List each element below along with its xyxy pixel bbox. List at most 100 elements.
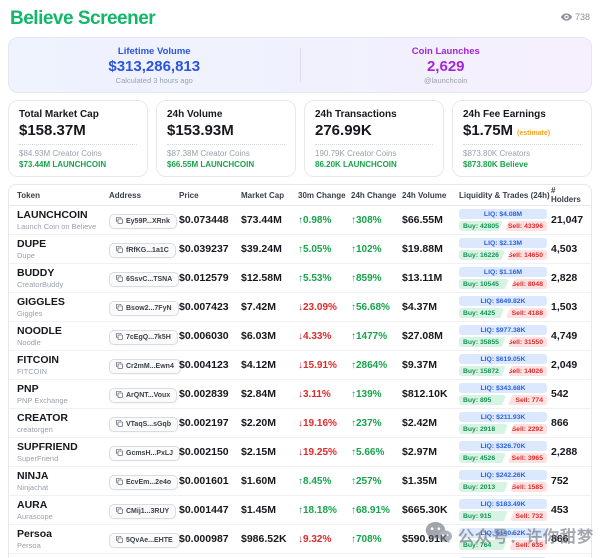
table-row[interactable]: MYKU Myku HohL7...q6SK $0.000850 $849.51… xyxy=(9,553,591,558)
liquidity-cell: LIQ: $977.38K Buy: 35855 Sell: 31550 xyxy=(459,325,547,347)
holders-cell: 542 xyxy=(551,388,583,400)
volume-cell: $1.35M xyxy=(402,475,459,487)
col-token[interactable]: Token xyxy=(17,191,109,200)
buy-bar-label: Buy: 895 xyxy=(463,397,491,404)
coin-launches-note: @launchcoin xyxy=(424,76,467,85)
stats-banner: Lifetime Volume $313,286,813 Calculated … xyxy=(8,37,592,93)
col-30m-change[interactable]: 30m Change xyxy=(298,191,351,200)
table-row[interactable]: PNP PNP Exchange ArQNT...Voux $0.002839 … xyxy=(9,379,591,408)
price-cell: $0.001447 xyxy=(179,504,241,516)
token-cell: AURA Aurascope xyxy=(17,499,109,520)
marketcap-cell: $39.24M xyxy=(241,243,298,255)
change-24h-cell: ↑56.68% xyxy=(351,302,402,313)
volume-cell: $2.97M xyxy=(402,446,459,458)
sell-bar: Sell: 732 xyxy=(510,511,547,521)
address-chip[interactable]: 6SsvC...TSNA xyxy=(109,272,179,287)
token-name: LAUNCHCOIN xyxy=(17,209,109,221)
card-subline-launchcoin: $66.55M LAUNCHCOIN xyxy=(167,160,285,169)
address-chip[interactable]: 5QvAe...EHTE xyxy=(109,533,180,548)
address-chip-label: 7cEgQ...7k5H xyxy=(126,334,171,341)
table-row[interactable]: FITCOIN FITCOIN Cr2mM...Ewn4 $0.004123 $… xyxy=(9,350,591,379)
table-row[interactable]: LAUNCHCOIN Launch Coin on Believe Ey59P.… xyxy=(9,206,591,234)
table-row[interactable]: DUPE Dupe fRfKG...1a1C $0.039237 $39.24M… xyxy=(9,234,591,263)
sell-bar: Sell: 14026 xyxy=(508,366,547,376)
change-24h-cell: ↑139% xyxy=(351,389,402,400)
address-chip[interactable]: Bsow2...7FyN xyxy=(109,301,179,316)
col-24h-change[interactable]: 24h Change xyxy=(351,191,402,200)
sell-bar-label: Sell: 43396 xyxy=(508,223,543,230)
price-cell: $0.001601 xyxy=(179,475,241,487)
address-chip[interactable]: GcmsH...PxLJ xyxy=(109,446,180,461)
buy-bar: Buy: 2918 xyxy=(459,424,508,434)
address-chip[interactable]: Cr2mM...Ewn4 xyxy=(109,359,181,374)
table-row[interactable]: BUDDY CreatorBuddy 6SsvC...TSNA $0.01257… xyxy=(9,263,591,292)
token-subname: Ninjachat xyxy=(17,483,109,492)
sell-bar: Sell: 3965 xyxy=(508,453,547,463)
liquidity-cell: LIQ: $326.70K Buy: 4526 Sell: 3965 xyxy=(459,441,547,463)
address-chip[interactable]: Ey59P...XRnk xyxy=(109,214,177,229)
price-cell: $0.000987 xyxy=(179,533,241,545)
liq-bar: LIQ: $242.26K xyxy=(459,470,547,480)
token-cell: NOODLE Noodle xyxy=(17,325,109,346)
address-chip[interactable]: CMij1...3RUY xyxy=(109,504,176,519)
change-30m-cell: ↑8.45% xyxy=(298,476,351,487)
change-30m-cell: ↑5.05% xyxy=(298,244,351,255)
price-cell: $0.002150 xyxy=(179,446,241,458)
address-chip[interactable]: EcvEm...2e4o xyxy=(109,475,178,490)
token-subname: CreatorBuddy xyxy=(17,280,109,289)
volume-cell: $19.88M xyxy=(402,243,459,255)
card-subline-creator: 190.79K Creator Coins xyxy=(315,149,433,158)
coin-launches-value: 2,629 xyxy=(427,58,465,75)
table-row[interactable]: CREATOR creatorgen VTaqS...sGqb $0.00219… xyxy=(9,408,591,437)
address-chip[interactable]: ArQNT...Voux xyxy=(109,388,177,403)
liquidity-cell: LIQ: $4.08M Buy: 42805 Sell: 43396 xyxy=(459,209,547,231)
copy-icon xyxy=(116,275,123,284)
holders-cell: 453 xyxy=(551,504,583,516)
token-subname: FITCOIN xyxy=(17,367,109,376)
copy-icon xyxy=(116,449,123,458)
change-30m-cell: ↑0.98% xyxy=(298,215,351,226)
copy-icon xyxy=(116,333,123,342)
col-address[interactable]: Address xyxy=(109,191,179,200)
table-row[interactable]: NINJA Ninjachat EcvEm...2e4o $0.001601 $… xyxy=(9,466,591,495)
volume-cell: $4.37M xyxy=(402,301,459,313)
table-row[interactable]: NOODLE Noodle 7cEgQ...7k5H $0.006030 $6.… xyxy=(9,321,591,350)
table-row[interactable]: GIGGLES Giggles Bsow2...7FyN $0.007423 $… xyxy=(9,292,591,321)
change-24h-cell: ↑68.91% xyxy=(351,505,402,516)
holders-cell: 4,749 xyxy=(551,330,583,342)
address-cell: GcmsH...PxLJ xyxy=(109,443,179,461)
dotted-divider xyxy=(167,144,285,145)
buy-bar: Buy: 764 xyxy=(459,540,507,550)
buy-bar: Buy: 15872 xyxy=(459,366,506,376)
col-price[interactable]: Price xyxy=(179,191,241,200)
marketcap-cell: $1.45M xyxy=(241,504,298,516)
table-row[interactable]: AURA Aurascope CMij1...3RUY $0.001447 $1… xyxy=(9,495,591,524)
volume-cell: $13.11M xyxy=(402,272,459,284)
liq-bar-label: LIQ: $140.52K xyxy=(481,530,526,537)
token-name: Persoa xyxy=(17,528,109,540)
change-24h-cell: ↑2864% xyxy=(351,360,402,371)
address-chip[interactable]: VTaqS...sGqb xyxy=(109,417,178,432)
card-value: $158.37M xyxy=(19,122,86,139)
col-market-cap[interactable]: Market Cap xyxy=(241,191,298,200)
liq-bar: LIQ: $649.82K xyxy=(459,296,547,306)
address-chip[interactable]: fRfKG...1a1C xyxy=(109,243,176,258)
sell-bar-label: Sell: 2292 xyxy=(512,426,543,433)
price-cell: $0.002197 xyxy=(179,417,241,429)
address-cell: 5QvAe...EHTE xyxy=(109,530,179,548)
col-24h-volume[interactable]: 24h Volume xyxy=(402,191,459,200)
volume-cell: $812.10K xyxy=(402,388,459,400)
address-chip[interactable]: 7cEgQ...7k5H xyxy=(109,330,178,345)
copy-icon xyxy=(116,304,123,313)
marketcap-cell: $2.20M xyxy=(241,417,298,429)
liq-bar-label: LIQ: $977.38K xyxy=(481,327,526,334)
col-liquidity-trades[interactable]: Liquidity & Trades (24h) xyxy=(459,191,551,200)
table-row[interactable]: SUPFRIEND SuperFriend GcmsH...PxLJ $0.00… xyxy=(9,437,591,466)
lifetime-volume-section: Lifetime Volume $313,286,813 Calculated … xyxy=(9,38,300,92)
col-holders[interactable]: # Holders xyxy=(551,186,583,204)
liq-bar-label: LIQ: $649.82K xyxy=(481,298,526,305)
address-cell: 6SsvC...TSNA xyxy=(109,269,179,287)
buy-sell-bars: Buy: 35855 Sell: 31550 xyxy=(459,337,547,347)
copy-icon xyxy=(116,217,123,226)
table-row[interactable]: Persoa Persoa 5QvAe...EHTE $0.000987 $98… xyxy=(9,524,591,553)
